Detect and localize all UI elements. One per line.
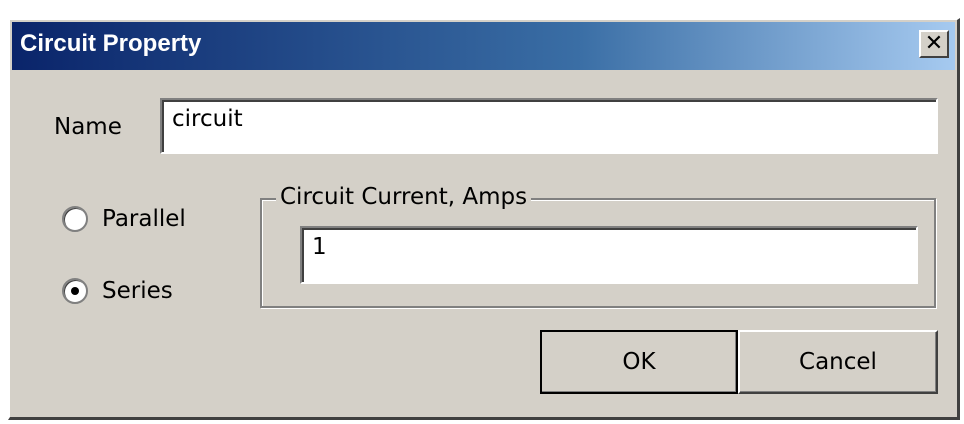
name-input-value: circuit [172, 106, 243, 132]
dialog-title: Circuit Property [20, 30, 202, 57]
cancel-button-label: Cancel [799, 349, 877, 375]
series-radio-dot [71, 287, 79, 295]
circuit-current-value: 1 [312, 234, 327, 260]
cancel-button[interactable]: Cancel [738, 330, 938, 394]
name-label: Name [54, 114, 122, 140]
series-radio[interactable] [62, 278, 88, 304]
ok-button-label: OK [622, 349, 656, 375]
close-icon: ✕ [924, 31, 944, 56]
circuit-current-group: Circuit Current, Amps 1 [260, 184, 936, 308]
circuit-current-legend: Circuit Current, Amps [276, 184, 532, 210]
circuit-property-dialog: Circuit Property ✕ Name circuit Parallel… [8, 18, 960, 420]
series-label[interactable]: Series [102, 278, 173, 304]
parallel-label[interactable]: Parallel [102, 206, 186, 232]
name-input[interactable]: circuit [160, 98, 938, 154]
close-button[interactable]: ✕ [919, 30, 949, 58]
parallel-radio[interactable] [62, 206, 88, 232]
circuit-current-input[interactable]: 1 [300, 226, 918, 284]
title-bar[interactable]: Circuit Property ✕ [12, 22, 955, 70]
ok-button[interactable]: OK [540, 330, 738, 394]
